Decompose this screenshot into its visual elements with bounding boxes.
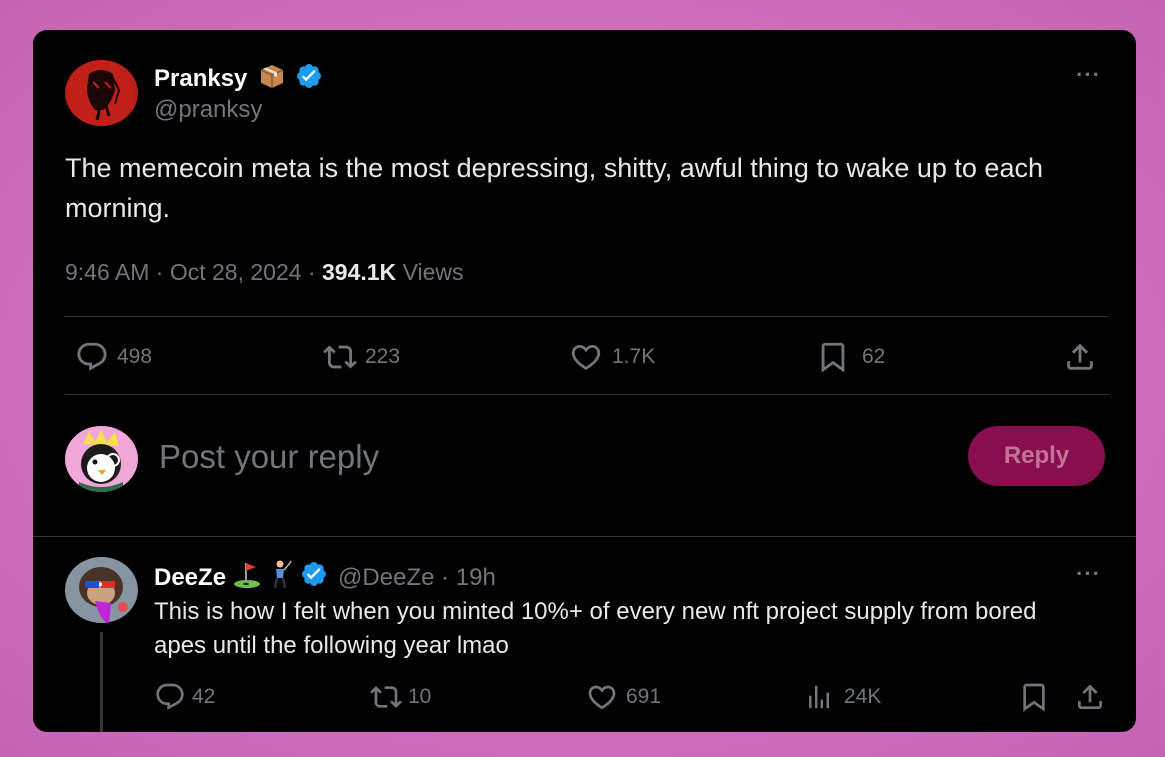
bookmark-action[interactable] bbox=[1018, 681, 1050, 713]
package-icon bbox=[258, 62, 286, 97]
golfer-icon bbox=[268, 559, 294, 596]
reply-text: This is how I felt when you minted 10%+ … bbox=[154, 598, 1037, 659]
reply-author-row[interactable]: DeeZe @DeeZe · 19h bbox=[154, 559, 496, 596]
bookmark-icon bbox=[816, 340, 850, 374]
author-handle[interactable]: @pranksy bbox=[154, 96, 262, 124]
tweet-meta: 9:46 AM · Oct 28, 2024 · 394.1K Views bbox=[65, 259, 464, 286]
divider bbox=[65, 316, 1109, 317]
reply-author-handle[interactable]: @DeeZe bbox=[338, 564, 434, 592]
divider bbox=[65, 394, 1109, 395]
share-icon bbox=[1063, 340, 1097, 374]
heart-icon bbox=[568, 340, 604, 374]
thread-line bbox=[100, 632, 103, 732]
deeze-avatar[interactable] bbox=[65, 557, 138, 623]
share-action[interactable] bbox=[1063, 340, 1097, 374]
meta-separator: · bbox=[307, 259, 322, 285]
repost-icon bbox=[319, 340, 361, 374]
verified-icon bbox=[300, 560, 328, 595]
reply-age[interactable]: 19h bbox=[456, 564, 496, 592]
share-action[interactable] bbox=[1074, 681, 1106, 713]
reply-author-name[interactable]: DeeZe bbox=[154, 564, 226, 592]
reply-count: 42 bbox=[192, 685, 216, 708]
reply-icon bbox=[75, 340, 109, 374]
reply-action[interactable]: 498 bbox=[75, 340, 152, 374]
repost-count: 223 bbox=[365, 345, 401, 368]
like-action[interactable]: 691 bbox=[586, 681, 661, 713]
repost-icon bbox=[368, 681, 404, 713]
reply-action[interactable]: 42 bbox=[154, 681, 215, 713]
share-icon bbox=[1074, 681, 1106, 713]
like-count: 1.7K bbox=[612, 345, 656, 368]
views-count: 394.1K bbox=[322, 259, 397, 285]
reply-input[interactable] bbox=[157, 434, 951, 480]
repost-count: 10 bbox=[408, 685, 432, 708]
like-count: 691 bbox=[626, 685, 662, 708]
reply-button[interactable]: Reply bbox=[968, 426, 1105, 486]
reply-icon bbox=[154, 681, 186, 713]
repost-action[interactable]: 223 bbox=[319, 340, 400, 374]
tweet-time[interactable]: 9:46 AM bbox=[65, 259, 149, 285]
verified-icon bbox=[295, 62, 323, 97]
views-action[interactable]: 24K bbox=[804, 681, 881, 713]
tweet-card: Pranksy @pranksy ··· The memecoin meta i… bbox=[33, 30, 1136, 732]
analytics-icon bbox=[804, 681, 834, 713]
tweet-text: The memecoin meta is the most depressing… bbox=[65, 153, 1043, 223]
meta-separator: · bbox=[155, 259, 170, 285]
golf-flag-icon bbox=[232, 559, 262, 596]
meta-separator: · bbox=[434, 563, 456, 591]
divider bbox=[33, 536, 1136, 537]
more-options-icon[interactable]: ··· bbox=[1076, 62, 1101, 88]
current-user-avatar[interactable] bbox=[65, 426, 138, 492]
reply-count: 498 bbox=[117, 345, 153, 368]
views-count: 24K bbox=[844, 685, 882, 708]
author-name[interactable]: Pranksy bbox=[154, 65, 247, 92]
bookmark-count: 62 bbox=[862, 345, 886, 368]
author-name-row[interactable]: Pranksy bbox=[154, 62, 323, 97]
tweet-date[interactable]: Oct 28, 2024 bbox=[170, 259, 302, 285]
like-action[interactable]: 1.7K bbox=[568, 340, 655, 374]
repost-action[interactable]: 10 bbox=[368, 681, 431, 713]
bookmark-icon bbox=[1018, 681, 1050, 713]
heart-icon bbox=[586, 681, 618, 713]
bookmark-action[interactable]: 62 bbox=[816, 340, 885, 374]
more-options-icon[interactable]: ··· bbox=[1076, 561, 1101, 587]
views-label: Views bbox=[402, 259, 464, 285]
pranksy-avatar[interactable] bbox=[65, 60, 138, 126]
